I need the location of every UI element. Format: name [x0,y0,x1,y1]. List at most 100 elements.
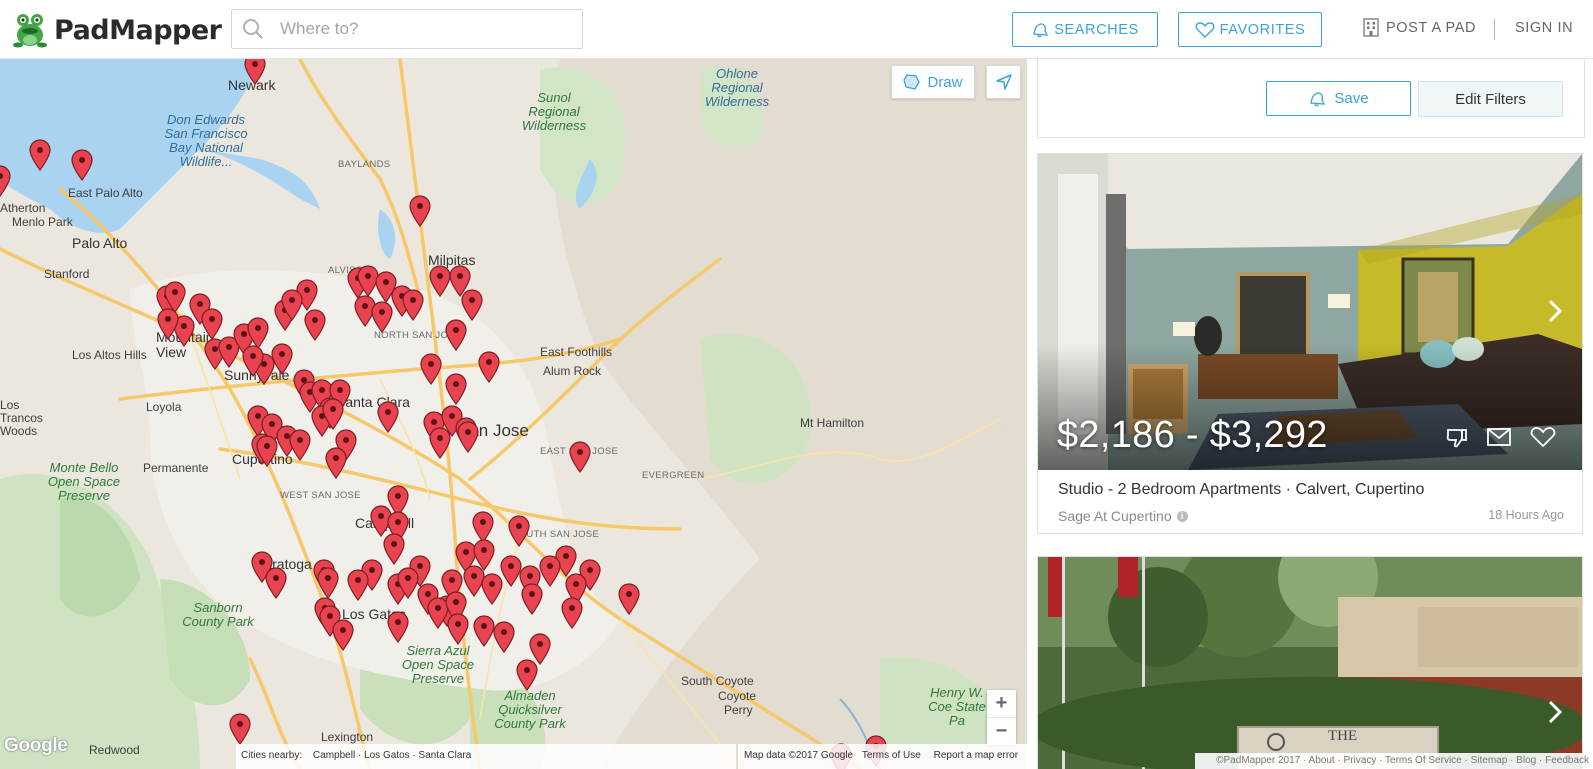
listing-pin-icon[interactable] [324,447,348,479]
listing-pin-icon[interactable] [408,195,432,227]
listing-pin-icon[interactable] [321,398,345,430]
label-menlo-park: Menlo Park [12,215,73,229]
chevron-right-icon[interactable] [1546,699,1564,725]
email-icon[interactable] [1486,426,1512,448]
post-a-pad-link[interactable]: POST A PAD [1362,18,1476,37]
heart-icon[interactable] [1530,426,1556,448]
post-a-pad-label: POST A PAD [1386,19,1477,36]
listing-pin-icon[interactable] [0,165,12,197]
save-label: Save [1334,90,1369,107]
listing-pin-icon[interactable] [460,289,484,321]
searches-button[interactable]: SEARCHES [1012,12,1158,47]
listing-pin-icon[interactable] [241,345,265,377]
polygon-draw-icon [903,74,921,90]
listing-pin-icon[interactable] [560,597,584,629]
listing-subtitle-row: Sage At Cupertino i [1058,508,1188,524]
listing-title[interactable]: Studio - 2 Bedroom Apartments · Calvert,… [1058,481,1424,499]
listing-pin-icon[interactable] [386,611,410,643]
draw-label: Draw [927,73,963,91]
listing-pin-icon[interactable] [280,289,304,321]
listing-building-name: Sage At Cupertino [1058,508,1172,524]
listing-pin-icon[interactable] [477,351,501,383]
label-sanborn: Sanborn County Park [182,600,254,629]
info-icon[interactable]: i [1176,510,1188,522]
label-mt-hamilton: Mt Hamilton [800,416,865,430]
listing-pin-icon[interactable] [331,619,355,651]
listing-pin-icon[interactable] [70,149,94,181]
search-icon [243,19,263,39]
filter-bar: Save Edit Filters [1037,59,1585,138]
label-ohlone: Ohlone Regional Wilderness [704,66,770,109]
listing-pin-icon[interactable] [303,309,327,341]
listing-pin-icon[interactable] [515,659,539,691]
label-permanente: Permanente [143,461,209,475]
listing-pin-icon[interactable] [382,533,406,565]
terms-link[interactable]: Terms of Use [862,750,921,761]
label-don-edwards: Don Edwards San Francisco Bay National W… [164,112,248,169]
label-los-trancos-woods: Los Trancos Woods [0,398,43,438]
favorites-button[interactable]: FAVORITES [1178,12,1322,47]
search-input[interactable] [280,19,560,39]
draw-button[interactable]: Draw [891,65,975,99]
location-arrow-icon [995,74,1012,90]
listing-pin-icon[interactable] [444,373,468,405]
listing-pin-icon[interactable] [568,441,592,473]
report-map-error-link[interactable]: Report a map error [934,750,1018,761]
search-box[interactable] [231,9,583,49]
building-sign-text: THE [1328,728,1358,744]
listing-pin-icon[interactable] [444,319,468,351]
label-henry-coe: Henry W. Coe State Pa [928,685,986,728]
zoom-in-button[interactable]: + [987,690,1016,717]
listing-pin-icon[interactable] [288,429,312,461]
listing-pin-icon[interactable] [376,401,400,433]
listing-pin-icon[interactable] [346,569,370,601]
zoom-control: + − [987,690,1016,745]
frog-logo-icon [13,14,47,48]
label-sunol: Sunol Regional Wilderness [521,90,587,133]
listing-pin-icon[interactable] [520,583,544,615]
cities-nearby-label: Cities nearby: [241,750,303,761]
listing-pin-icon[interactable] [456,421,480,453]
zoom-out-button[interactable]: − [987,718,1016,745]
listing-pin-icon[interactable] [28,139,52,171]
locate-me-button[interactable] [986,65,1021,99]
listing-pin-icon[interactable] [446,613,470,645]
listing-price: $2,186 - $3,292 [1057,414,1328,456]
cities-nearby-links[interactable]: Campbell · Los Gatos · Santa Clara [313,750,471,761]
listing-time: 18 Hours Ago [1488,508,1564,522]
listing-pin-icon[interactable] [480,573,504,605]
cities-nearby-bar: Cities nearby: Campbell · Los Gatos · Sa… [236,744,736,769]
listing-card[interactable]: THE [1037,556,1583,769]
save-search-button[interactable]: Save [1266,81,1411,116]
label-perry: Perry [724,703,753,717]
listing-card[interactable]: $2,186 - $3,292 Studio - 2 Bedroom Apart… [1037,153,1583,534]
listing-pin-icon[interactable] [255,435,279,467]
listing-photo[interactable]: THE [1038,557,1582,769]
listing-pin-icon[interactable] [228,713,252,745]
building-icon [1363,18,1379,37]
listing-pin-icon[interactable] [419,353,443,385]
sign-in-link[interactable]: SIGN IN [1515,20,1573,36]
listing-pin-icon[interactable] [156,308,180,340]
thumbs-down-icon[interactable] [1445,426,1469,450]
label-baylands: BAYLANDS [338,159,391,170]
label-monte-bello: Monte Bello Open Space Preserve [47,460,121,503]
label-east-foothills: East Foothills [540,345,613,359]
padmapper-logo[interactable]: PadMapper [12,10,222,50]
listing-pin-icon[interactable] [401,289,425,321]
listing-pin-icon[interactable] [492,621,516,653]
label-lexington: Lexington [321,730,374,744]
listing-pin-icon[interactable] [617,583,641,615]
map-view[interactable]: Newark East Palo Alto Atherton Menlo Par… [0,59,1027,769]
listing-pin-icon[interactable] [507,515,531,547]
edit-filters-button[interactable]: Edit Filters [1418,81,1563,117]
label-stanford: Stanford [44,267,90,281]
listing-photo[interactable]: $2,186 - $3,292 [1038,154,1582,470]
label-palo-alto: Palo Alto [72,235,128,251]
bell-icon [1033,22,1049,37]
site-footer-links[interactable]: ©PadMapper 2017 · About · Privacy · Term… [1195,753,1593,769]
chevron-right-icon[interactable] [1546,298,1564,324]
listing-pin-icon[interactable] [243,59,267,85]
listing-pin-icon[interactable] [264,567,288,599]
listing-pin-icon[interactable] [316,567,340,599]
